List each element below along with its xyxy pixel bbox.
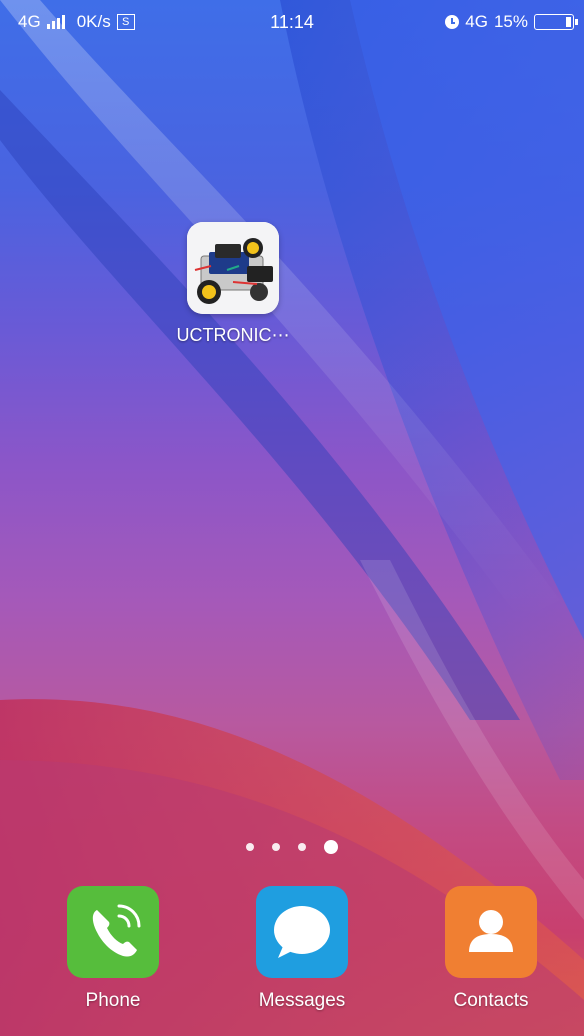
app-shortcut-uctronic[interactable]: UCTRONIC⋯	[163, 222, 303, 346]
dock-messages[interactable]: Messages	[237, 886, 367, 1012]
status-bar: 4G 0K/s S 11:14 4G 15%	[0, 0, 584, 44]
dock-contacts[interactable]: Contacts	[426, 886, 556, 1012]
alarm-icon	[445, 15, 460, 29]
dock: Phone Messages Contacts	[0, 886, 584, 1036]
phone-icon[interactable]	[67, 886, 159, 978]
battery-icon	[534, 14, 578, 30]
messages-icon[interactable]	[256, 886, 348, 978]
page-dot[interactable]	[246, 843, 254, 851]
network-type-right: 4G	[465, 12, 488, 31]
dock-phone[interactable]: Phone	[48, 886, 178, 1012]
robot-car-icon[interactable]	[187, 222, 279, 314]
app-label: UCTRONIC⋯	[176, 325, 290, 345]
dock-label: Phone	[85, 990, 141, 1011]
page-indicator[interactable]	[0, 840, 584, 854]
dock-label: Messages	[258, 990, 346, 1011]
page-dot[interactable]	[272, 843, 280, 851]
battery-percent: 15%	[493, 12, 528, 31]
page-dot[interactable]	[298, 843, 306, 851]
page-dot-current[interactable]	[324, 840, 338, 854]
contacts-icon[interactable]	[445, 886, 537, 978]
status-right: 4G 15%	[445, 12, 578, 32]
dock-label: Contacts	[453, 990, 529, 1011]
home-screen: 4G 0K/s S 11:14 4G 15% UCTRONIC⋯ Phone M…	[0, 0, 584, 1036]
wallpaper	[0, 0, 584, 1036]
